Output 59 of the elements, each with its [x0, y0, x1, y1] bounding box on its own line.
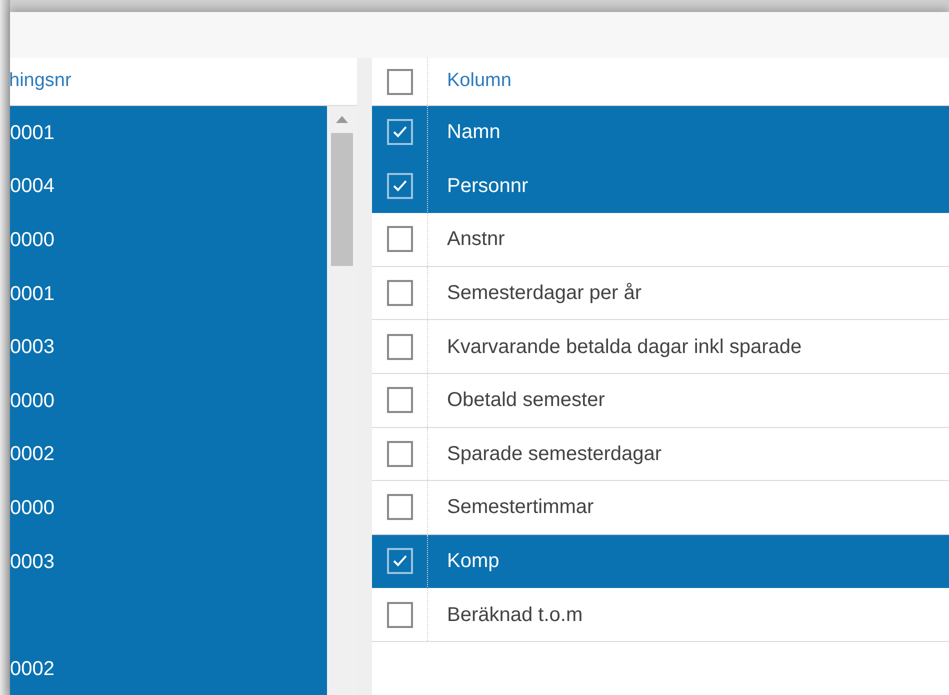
list-row[interactable]: 0001 — [10, 106, 327, 160]
row-text: 0000 — [10, 388, 54, 414]
checkmark-icon — [392, 178, 408, 193]
column-name: Anstnr — [447, 227, 505, 252]
checkbox[interactable] — [386, 280, 412, 306]
column-name: Sparade semesterdagar — [447, 442, 662, 467]
scrollbar-thumb[interactable] — [331, 133, 353, 266]
column-name: Obetald semester — [447, 388, 605, 414]
row-text: 0001 — [10, 120, 54, 146]
row-text: 0002 — [10, 442, 54, 468]
column-header[interactable]: hingsnr — [9, 67, 72, 96]
checkbox[interactable] — [386, 440, 412, 467]
column-option-row[interactable]: Semestertimmar — [372, 481, 949, 535]
column-option-row[interactable]: Sparade semesterdagar — [372, 428, 949, 482]
checkbox[interactable] — [386, 119, 412, 146]
column-name: Semestertimmar — [447, 495, 594, 520]
column-name: Beräknad t.o.m — [447, 602, 583, 628]
row-text: 0000 — [10, 228, 54, 253]
column-option-row[interactable]: Beräknad t.o.m — [372, 588, 949, 642]
checkbox[interactable] — [386, 602, 412, 628]
row-text: 0001 — [10, 282, 54, 307]
column-option-row[interactable]: Anstnr — [372, 213, 949, 267]
row-text: 0004 — [10, 174, 54, 200]
checkbox[interactable] — [386, 172, 412, 199]
column-option-row[interactable]: Namn — [372, 106, 949, 160]
list-row[interactable]: 0000 — [10, 481, 327, 535]
row-text: 0000 — [10, 496, 54, 521]
scrollbar[interactable] — [327, 106, 357, 695]
column-name: Semesterdagar per år — [447, 281, 642, 306]
column-name: Komp — [447, 549, 500, 574]
scroll-up-icon[interactable] — [336, 116, 348, 123]
list-row[interactable]: 0003 — [10, 320, 327, 374]
column-name: Namn — [447, 120, 500, 146]
row-text: 0002 — [10, 656, 54, 682]
list-row[interactable]: 0001 — [10, 266, 327, 320]
checkbox[interactable] — [386, 494, 412, 520]
list-row[interactable]: 0000 — [10, 213, 327, 267]
list-row[interactable]: 0002 — [10, 428, 327, 482]
list-row[interactable]: 0003 — [10, 534, 327, 588]
column-option-row[interactable]: Kvarvarande betalda dagar inkl sparade — [372, 320, 949, 374]
row-text: 0003 — [10, 550, 54, 575]
column-option-row[interactable]: Personnr — [372, 160, 949, 214]
checkmark-icon — [392, 554, 408, 568]
checkbox[interactable] — [386, 226, 412, 252]
list-row[interactable]: 0002 — [10, 642, 327, 695]
checkbox[interactable] — [386, 334, 412, 360]
row-text: 0003 — [10, 335, 54, 360]
column-name: Kvarvarande betalda dagar inkl sparade — [447, 334, 802, 360]
column-option-row[interactable]: Komp — [372, 534, 949, 588]
list-row[interactable]: 0004 — [10, 160, 327, 214]
checkbox[interactable] — [386, 387, 412, 414]
column-option-row[interactable]: Obetald semester — [372, 374, 949, 428]
column-option-row[interactable]: Semesterdagar per år — [372, 266, 949, 320]
checkbox[interactable] — [386, 68, 412, 94]
column-header[interactable]: Kolumn — [447, 67, 512, 96]
list-row[interactable]: 0000 — [10, 374, 327, 428]
checkmark-icon — [392, 125, 408, 140]
column-name: Personnr — [447, 174, 528, 199]
checkbox[interactable] — [386, 548, 412, 574]
